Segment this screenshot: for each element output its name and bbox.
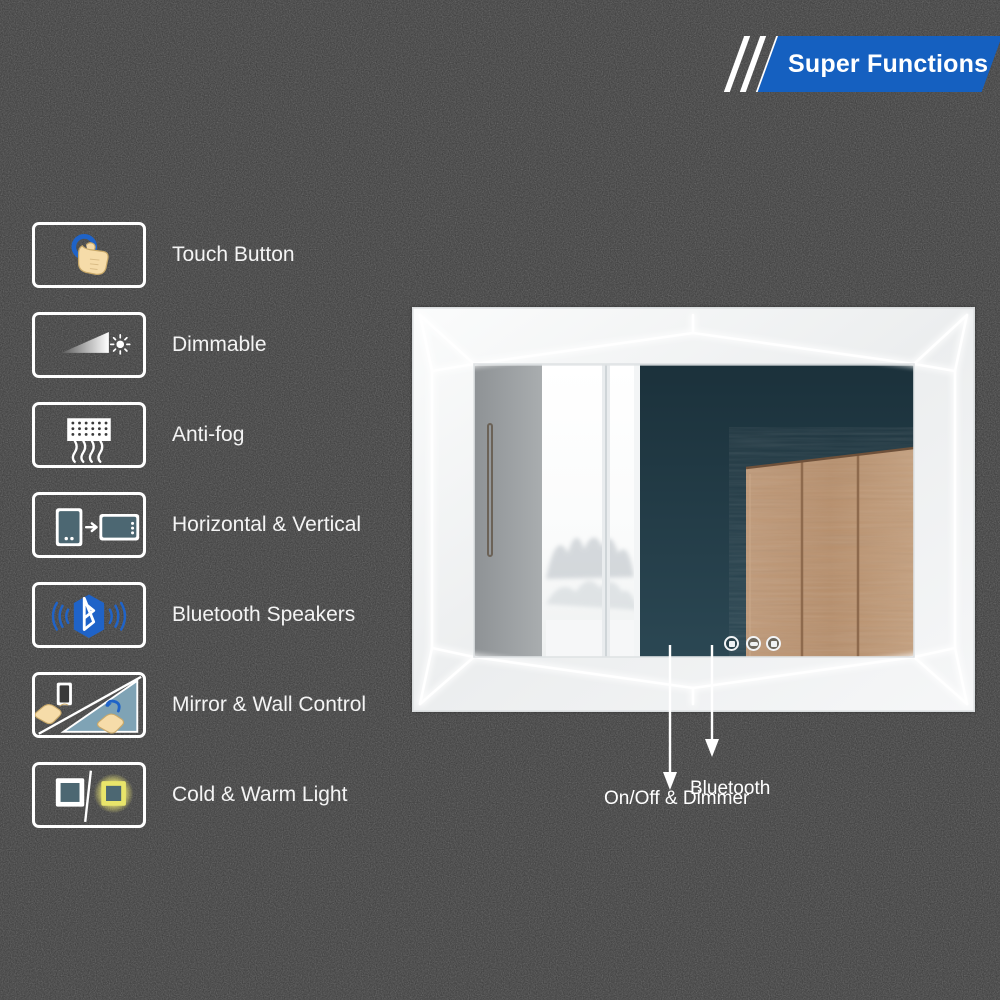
feature-item-dimmable: Dimmable: [32, 312, 452, 402]
bluetooth-speaker-icon: [32, 582, 146, 648]
cold-warm-light-icon: [32, 762, 146, 828]
feature-list: Touch Button Dimmable Anti-fog Horizonta…: [32, 222, 452, 852]
feature-label: Cold & Warm Light: [172, 783, 348, 806]
feature-item-touch-button: Touch Button: [32, 222, 452, 312]
infographic-page: Super Functions Touch Button Dimmable An…: [0, 0, 1000, 1000]
feature-item-mirror-wall-control: Mirror & Wall Control: [32, 672, 452, 762]
feature-label: Touch Button: [172, 243, 295, 266]
feature-label: Anti-fog: [172, 423, 245, 446]
feature-label: Mirror & Wall Control: [172, 693, 367, 716]
horizontal-vertical-icon: [32, 492, 146, 558]
feature-item-cold-warm-light: Cold & Warm Light: [32, 762, 452, 852]
touch-button-icon: [32, 222, 146, 288]
feature-item-horizontal-vertical: Horizontal & Vertical: [32, 492, 452, 582]
banner-title: Super Functions: [788, 50, 989, 78]
callout-label-on-off-dimmer: On/Off & Dimmer: [604, 788, 750, 809]
feature-label: Bluetooth Speakers: [172, 603, 356, 626]
led-frame: [412, 307, 975, 712]
header-banner: Super Functions: [723, 36, 1000, 92]
mirror-wall-control-icon: [32, 672, 146, 738]
feature-label: Horizontal & Vertical: [172, 513, 362, 536]
dimmable-icon: [32, 312, 146, 378]
feature-item-anti-fog: Anti-fog: [32, 402, 452, 492]
feature-label: Dimmable: [172, 333, 267, 356]
led-mirror-product: [412, 307, 975, 712]
anti-fog-icon: [32, 402, 146, 468]
feature-item-bluetooth-speakers: Bluetooth Speakers: [32, 582, 452, 672]
